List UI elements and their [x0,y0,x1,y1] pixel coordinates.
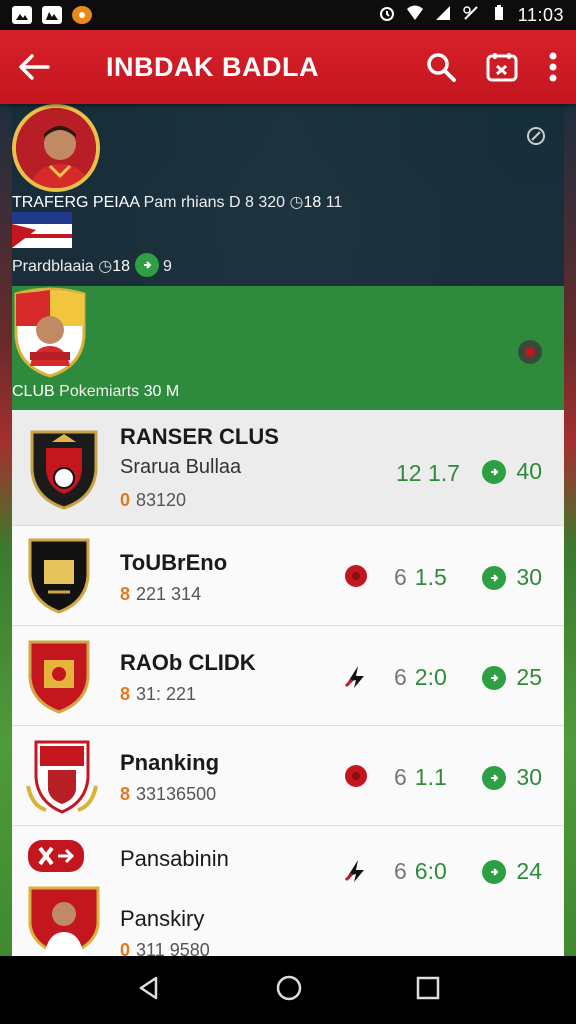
header-subtitle: Pam rhians [143,194,225,211]
club-logo-icon [26,838,86,874]
clock-icon: ◷ [98,258,113,275]
team-right: 30 [482,764,542,791]
status-time: 11:03 [517,4,564,25]
back-arrow-icon[interactable] [18,45,62,89]
team-name: ToUBrEno [120,550,228,575]
header-title: TRAFERG PEIAA [12,194,140,211]
team-score: 12 1.7 [396,460,460,486]
go-icon[interactable] [482,665,507,690]
status-bar: 11:03 [0,0,576,30]
app-bar: INBDAK BADLA [0,30,576,104]
team-score: 6 2:0 [394,664,447,690]
team-meta: 8 221 314 [120,584,202,604]
go-icon[interactable] [134,253,159,277]
nav-home-icon[interactable] [275,974,303,1007]
header-second-name: Prardblaaia [12,258,94,275]
player-avatar [12,104,100,192]
club-crest-icon [26,426,102,510]
status-dot-icon [516,338,544,366]
team-right: 24 [482,858,542,885]
club-crest-icon [26,884,102,956]
team-name: RANSER CLUS [120,424,279,449]
team-meta: 8 33136500 [120,784,217,804]
team-meta: 8 31: 221 [120,684,197,704]
header-second-right: 9 [134,253,172,277]
nav-back-icon[interactable] [136,975,162,1006]
team-subtitle: Srarua Bullaa [120,456,242,478]
club-crest-icon [12,286,564,383]
red-card-icon [342,562,370,590]
header-meta: D 8 320 [228,194,286,211]
header-second-score: ◷18 [98,258,131,275]
team-name: RAOb CLIDK [120,650,256,675]
clock-icon: ◷ [289,194,304,211]
substitution-icon [344,856,368,884]
team-right: 40 [482,458,542,485]
battery-icon [490,4,508,26]
team-right: 25 [482,664,542,691]
team-right: 30 [482,564,542,591]
substitution-icon [344,662,368,690]
list-item[interactable]: Pnanking 8 33136500 6 1.1 30 [12,726,564,826]
list-item[interactable]: RAOb CLIDK 8 31: 221 6 2:0 25 [12,626,564,726]
team-score: 6 6:0 [394,858,447,884]
link-icon[interactable] [526,126,546,151]
data-icon [462,5,480,26]
header-score: ◷18 [289,194,322,211]
team-name: Panskiry [120,906,205,931]
photo-icon [12,6,32,24]
alarm-icon [378,5,396,26]
list-item[interactable]: Pansabinin 6 6:0 24 Panskiry 0 311 9580 [12,826,564,956]
list-item[interactable]: ToUBrEno 8 221 314 6 1.5 30 [12,526,564,626]
calendar-icon[interactable] [486,52,518,82]
team-meta: 0 83120 [120,490,187,510]
team-name: Pansabinin [120,846,229,871]
list-item[interactable]: RANSER CLUS Srarua Bullaa 0 83120 12 1.7 … [12,410,564,526]
club-crest-icon [26,736,98,816]
team-score: 6 1.1 [394,764,447,790]
club-subtitle: Pokemiarts [59,383,140,400]
red-card-icon [342,762,370,790]
go-icon[interactable] [482,459,507,484]
go-icon[interactable] [482,859,507,884]
wifi-icon [406,5,424,26]
team-meta: 0 311 9580 [120,940,210,956]
notification-icon [72,6,92,24]
navigation-bar [0,956,576,1024]
flag-icon [12,212,564,253]
club-card-highlight[interactable]: CLUB Pokemiarts 30 M [12,286,564,410]
go-icon[interactable] [482,765,507,790]
team-name: Pnanking [120,750,220,775]
team-score: 6 1.5 [394,564,447,590]
image-icon [42,6,62,24]
search-icon[interactable] [426,52,456,82]
club-title: CLUB [12,383,55,400]
more-vert-icon[interactable] [548,52,558,82]
club-crest-icon [26,638,92,714]
club-crest-icon [26,536,92,616]
app-title: INBDAK BADLA [106,51,319,82]
nav-recents-icon[interactable] [416,976,440,1005]
club-score: 30 M [143,383,180,400]
go-icon[interactable] [482,565,507,590]
team-list: TRAFERG PEIAA Pam rhians D 8 320 ◷18 11 … [12,104,564,956]
header-right-value: 11 [325,194,343,211]
header-card[interactable]: TRAFERG PEIAA Pam rhians D 8 320 ◷18 11 … [12,104,564,286]
signal-icon [434,5,452,26]
